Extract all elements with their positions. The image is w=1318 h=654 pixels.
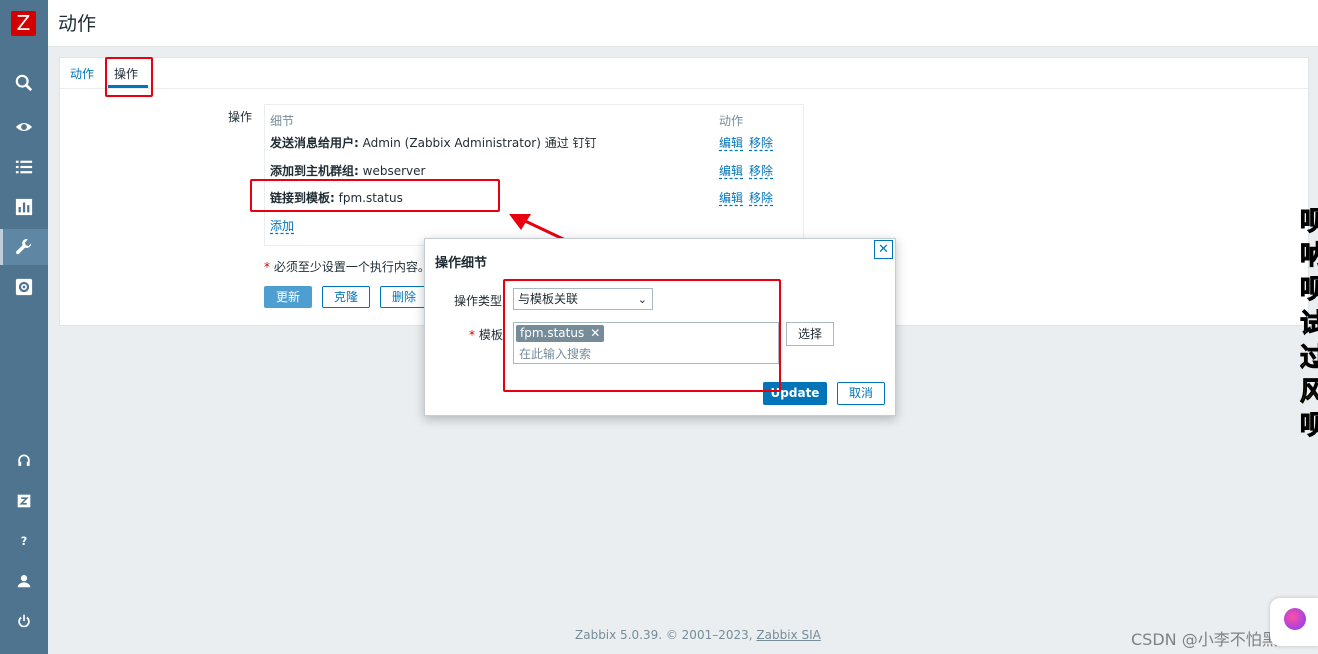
list-icon[interactable] bbox=[0, 149, 48, 185]
help-icon[interactable]: ? bbox=[0, 523, 48, 559]
svg-text:?: ? bbox=[21, 535, 28, 548]
edit-link[interactable]: 编辑 bbox=[719, 191, 743, 205]
assistant-widget[interactable] bbox=[1270, 598, 1318, 646]
op-type-label: 操作类型 bbox=[454, 294, 503, 308]
operations-label: 操作 bbox=[228, 110, 253, 124]
template-label: * 模板 bbox=[469, 328, 503, 342]
required-note: * 必须至少设置一个执行内容。 bbox=[264, 260, 430, 274]
footer: Zabbix 5.0.39. © 2001–2023, Zabbix SIA bbox=[575, 628, 821, 642]
power-icon[interactable] bbox=[0, 603, 48, 639]
close-icon[interactable]: ✕ bbox=[874, 240, 893, 259]
eye-icon[interactable] bbox=[0, 109, 48, 145]
table-row: 添加到主机群组: webserver bbox=[270, 162, 425, 179]
dialog-cancel-button[interactable]: 取消 bbox=[837, 382, 885, 405]
annotation-box-tab bbox=[105, 57, 153, 97]
delete-button[interactable]: 删除 bbox=[380, 286, 428, 308]
gear-icon[interactable] bbox=[0, 269, 48, 305]
edit-link[interactable]: 编辑 bbox=[719, 136, 743, 150]
footer-company-link[interactable]: Zabbix SIA bbox=[756, 628, 820, 642]
tab-action[interactable]: 动作 bbox=[70, 65, 94, 82]
table-row: 发送消息给用户: Admin (Zabbix Administrator) 通过… bbox=[270, 134, 597, 151]
row-actions: 编辑 移除 bbox=[719, 134, 779, 151]
edit-link[interactable]: 编辑 bbox=[719, 164, 743, 178]
wrench-icon[interactable] bbox=[0, 229, 48, 265]
tabs: 动作 操作 bbox=[60, 58, 1308, 89]
annotation-box-dialog bbox=[503, 279, 781, 392]
search-icon[interactable] bbox=[0, 65, 48, 101]
row-actions: 编辑 移除 bbox=[719, 189, 779, 206]
remove-link[interactable]: 移除 bbox=[749, 136, 773, 150]
clone-button[interactable]: 克隆 bbox=[322, 286, 370, 308]
update-button[interactable]: 更新 bbox=[264, 286, 312, 308]
col-action: 动作 bbox=[719, 114, 744, 128]
dialog-title: 操作细节 bbox=[435, 256, 488, 271]
op-type: 添加到主机群组: bbox=[270, 164, 359, 178]
page-title: 动作 bbox=[58, 13, 97, 35]
headset-icon[interactable] bbox=[0, 443, 48, 479]
choose-button[interactable]: 选择 bbox=[786, 322, 834, 346]
user-icon[interactable] bbox=[0, 563, 48, 599]
brain-icon bbox=[1284, 608, 1306, 630]
op-detail: webserver bbox=[358, 164, 426, 178]
col-details: 细节 bbox=[270, 114, 295, 128]
header: 动作 bbox=[48, 0, 1318, 47]
chart-icon[interactable] bbox=[0, 189, 48, 225]
row-actions: 编辑 移除 bbox=[719, 162, 779, 179]
remove-link[interactable]: 移除 bbox=[749, 191, 773, 205]
add-operation-link[interactable]: 添加 bbox=[270, 217, 294, 234]
csdn-watermark: CSDN @小李不怕黑 bbox=[1131, 630, 1278, 649]
op-type: 发送消息给用户: bbox=[270, 136, 359, 150]
remove-link[interactable]: 移除 bbox=[749, 164, 773, 178]
op-detail: Admin (Zabbix Administrator) 通过 钉钉 bbox=[358, 136, 597, 150]
zabbix-share-icon[interactable] bbox=[0, 483, 48, 519]
zabbix-logo[interactable]: Z bbox=[11, 11, 36, 36]
sidebar: Z ? bbox=[0, 0, 48, 654]
annotation-box-template-row bbox=[250, 179, 500, 212]
overlay-side-text: 呗呐呗试过风呗 bbox=[1300, 207, 1318, 442]
